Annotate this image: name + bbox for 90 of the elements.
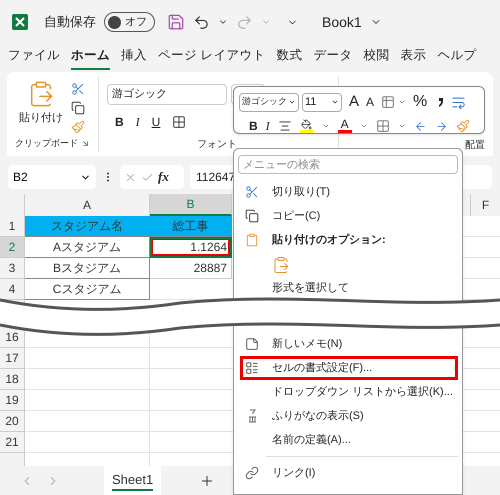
link-icon	[245, 466, 259, 480]
menu-item[interactable]: 貼り付けのオプション:	[240, 228, 458, 252]
menu-item[interactable]: 名前の定義(A)...	[240, 428, 458, 452]
borders-icon[interactable]	[172, 115, 186, 129]
ribbon-tab[interactable]: ホーム	[71, 46, 110, 70]
ribbon-tab[interactable]: 挿入	[121, 46, 147, 70]
sheet-tab[interactable]: Sheet1	[104, 466, 162, 495]
autosave-toggle[interactable]: オフ	[104, 12, 155, 32]
table-cell: スタジアム名	[25, 216, 150, 237]
increase-decimal-icon[interactable]	[414, 120, 427, 132]
italic-button[interactable]: I	[266, 117, 270, 135]
italic-button[interactable]: I	[136, 113, 140, 131]
cut-icon	[245, 185, 259, 199]
paste-button[interactable]: 貼り付け	[19, 80, 63, 136]
table-cell: 総工事	[150, 216, 232, 237]
save-icon[interactable]	[167, 13, 185, 31]
font-name-dropdown[interactable]: 游ゴシック	[239, 92, 299, 112]
font-size-dropdown[interactable]: 11	[302, 92, 342, 112]
group-label: クリップボード	[15, 136, 78, 150]
comma-style-icon[interactable]	[438, 97, 444, 107]
menu-item[interactable]: セルの書式設定(F)...	[240, 356, 458, 380]
clipboard-icon	[245, 233, 259, 247]
table-cell: Bスタジアム	[25, 258, 150, 279]
row-header[interactable]: 2	[0, 237, 25, 258]
font-color-button[interactable]: A	[338, 119, 352, 133]
menu-item[interactable]: 形式を選択して	[240, 278, 458, 298]
group-label: 配置	[465, 138, 485, 153]
menu-item[interactable]: コピー(C)	[240, 204, 458, 228]
chevron-down-icon	[331, 98, 339, 106]
ribbon-tab[interactable]: ファイル	[8, 46, 60, 70]
document-title[interactable]: Book1	[322, 12, 362, 32]
grow-font-button[interactable]: A	[349, 90, 360, 114]
excel-logo-icon	[12, 14, 28, 30]
row-header[interactable]: 19	[0, 390, 25, 411]
column-header[interactable]: F	[470, 194, 500, 216]
chevron-down-icon[interactable]	[360, 122, 368, 130]
bold-button[interactable]: B	[115, 113, 124, 131]
ribbon-tab[interactable]: 表示	[400, 46, 426, 70]
format-cells-icon	[245, 361, 259, 375]
furigana-icon	[248, 409, 256, 423]
copy-icon[interactable]	[71, 101, 85, 115]
fill-color-bar	[300, 130, 314, 133]
chevron-down-icon[interactable]	[398, 122, 406, 130]
chevron-down-icon[interactable]	[398, 98, 406, 106]
table-cell: 1.1264	[150, 237, 232, 258]
insert-function-button[interactable]: fx	[158, 167, 169, 187]
menu-item[interactable]: 切り取り(T)	[240, 180, 458, 204]
bold-button[interactable]: B	[249, 117, 258, 135]
table-cell: Cスタジアム	[25, 279, 150, 300]
ribbon-tab[interactable]: ヘルプ	[437, 46, 476, 70]
ribbon-tab[interactable]: 数式	[276, 46, 302, 70]
paste-icon	[272, 256, 290, 274]
copy-icon	[245, 209, 259, 223]
table-cell: Aスタジアム	[25, 237, 150, 258]
dialog-launcher-icon[interactable]	[81, 138, 90, 148]
ribbon-tab[interactable]: データ	[313, 46, 352, 70]
undo-icon[interactable]	[193, 14, 210, 30]
wrap-text-icon[interactable]	[451, 94, 466, 110]
cut-icon[interactable]	[71, 82, 85, 96]
percent-button[interactable]: %	[413, 90, 428, 114]
menu-search-field[interactable]: メニューの検索	[238, 155, 458, 174]
fill-color-icon[interactable]	[301, 119, 312, 130]
cell-styles-icon[interactable]	[381, 95, 396, 109]
row-header[interactable]: 21	[0, 432, 25, 453]
underline-button[interactable]: U	[152, 113, 160, 131]
table-cell: 28887	[150, 258, 232, 279]
chevron-down-icon[interactable]	[322, 122, 330, 130]
decrease-decimal-icon[interactable]	[434, 120, 448, 132]
ribbon-tab[interactable]: 校閲	[363, 46, 390, 70]
row-header[interactable]: 1	[0, 216, 25, 237]
row-header[interactable]: 20	[0, 411, 25, 432]
row-header[interactable]: 16	[0, 327, 25, 348]
row-header[interactable]: 4	[0, 279, 25, 300]
column-header[interactable]: B	[150, 194, 232, 216]
group-label: フォント	[197, 139, 237, 150]
ribbon-tab[interactable]: ページ レイアウト	[158, 46, 266, 70]
chevron-down-icon	[288, 98, 296, 106]
shrink-font-button[interactable]: A	[366, 93, 374, 111]
autosave-label: 自動保存	[44, 13, 96, 32]
menu-item[interactable]: ドロップダウン リストから選択(K)...	[240, 380, 458, 404]
note-icon	[245, 337, 259, 351]
font-name-field[interactable]: 游ゴシック	[107, 84, 227, 105]
menu-item[interactable]: 新しいメモ(N)	[240, 332, 458, 356]
row-header[interactable]: 18	[0, 369, 25, 390]
row-header[interactable]: 3	[0, 258, 25, 279]
menu-item[interactable]: ふりがなの表示(S)	[240, 404, 458, 428]
name-box[interactable]: B2	[8, 165, 96, 189]
align-center-icon[interactable]	[278, 119, 292, 133]
menu-item[interactable]: リンク(I)	[240, 461, 458, 485]
row-header[interactable]: 17	[0, 348, 25, 369]
